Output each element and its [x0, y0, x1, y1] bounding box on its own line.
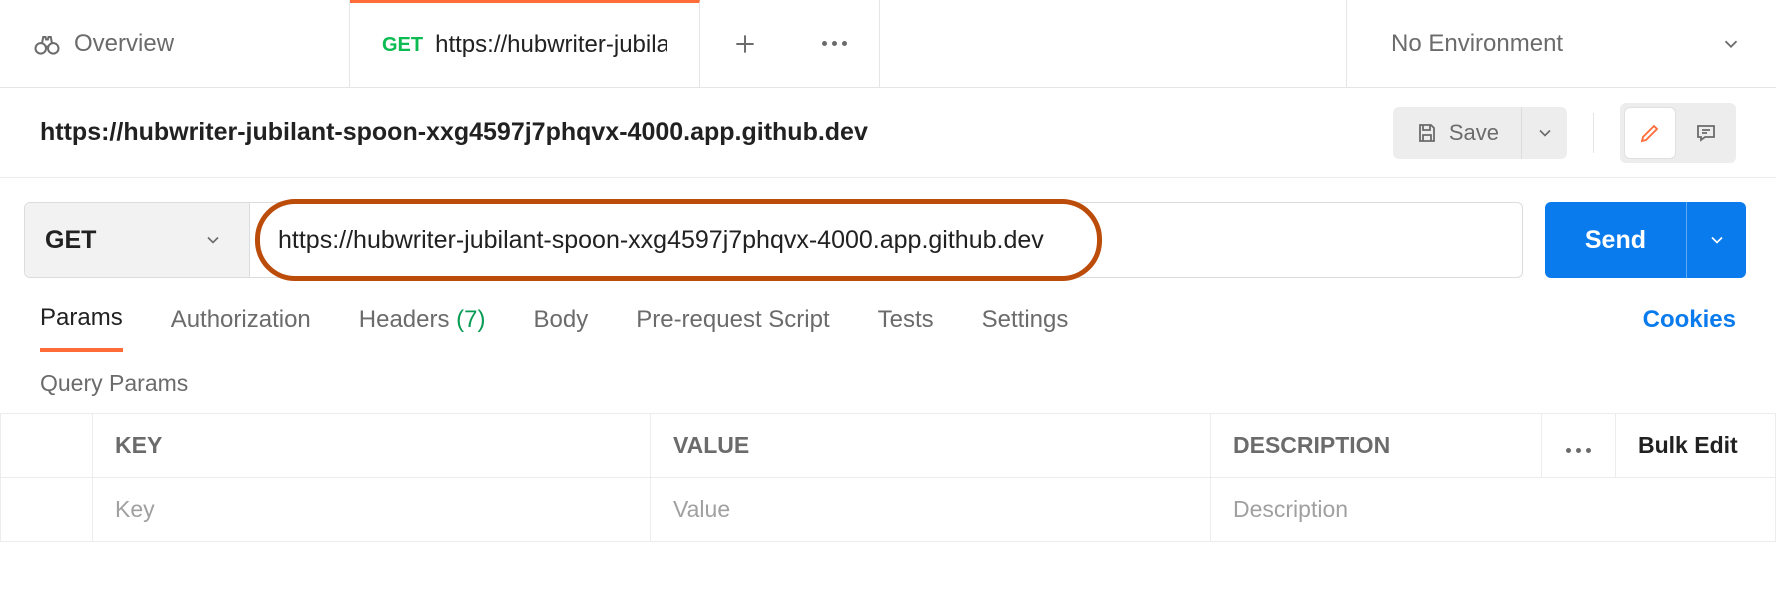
cell-checkbox[interactable]: [1, 478, 93, 542]
plus-icon: [732, 31, 758, 57]
tab-method-badge: GET: [382, 34, 423, 57]
subtab-prerequest[interactable]: Pre-request Script: [636, 306, 829, 350]
subtab-headers[interactable]: Headers (7): [359, 306, 486, 350]
value-input[interactable]: [673, 496, 1188, 523]
subtab-settings[interactable]: Settings: [982, 306, 1069, 350]
col-checkbox: [1, 414, 93, 478]
binoculars-icon: [32, 29, 62, 59]
query-params-table: KEY VALUE DESCRIPTION Bulk Edit: [0, 413, 1776, 542]
col-options[interactable]: [1542, 414, 1616, 478]
query-params-heading: Query Params: [0, 352, 1776, 413]
table-header-row: KEY VALUE DESCRIPTION Bulk Edit: [1, 414, 1776, 478]
pencil-icon: [1638, 121, 1662, 145]
tab-request-active[interactable]: GET https://hubwriter-jubilant-: [350, 0, 700, 87]
http-method-label: GET: [45, 226, 96, 255]
chevron-down-icon: [1707, 230, 1727, 250]
subtab-authorization[interactable]: Authorization: [171, 306, 311, 350]
method-url-group: GET: [24, 202, 1523, 278]
key-input[interactable]: [115, 496, 628, 523]
divider: [1593, 113, 1594, 153]
send-button-group: Send: [1545, 202, 1746, 278]
chevron-down-icon: [203, 230, 223, 250]
send-dropdown-button[interactable]: [1686, 202, 1746, 278]
tab-overview[interactable]: Overview: [0, 0, 350, 87]
request-subtabs: Params Authorization Headers (7) Body Pr…: [0, 298, 1776, 352]
tab-options-button[interactable]: [790, 0, 880, 87]
new-tab-button[interactable]: [700, 0, 790, 87]
ellipsis-icon: [822, 41, 847, 46]
environment-selector[interactable]: No Environment: [1346, 0, 1776, 87]
comment-view-button[interactable]: [1680, 107, 1732, 159]
subtab-tests[interactable]: Tests: [878, 306, 934, 350]
http-method-selector[interactable]: GET: [25, 203, 250, 277]
cell-description[interactable]: [1211, 478, 1776, 542]
title-bar: https://hubwriter-jubilant-spoon-xxg4597…: [0, 88, 1776, 178]
request-title: https://hubwriter-jubilant-spoon-xxg4597…: [40, 118, 1393, 147]
tab-request-title: https://hubwriter-jubilant-: [435, 31, 667, 59]
table-row: [1, 478, 1776, 542]
col-value: VALUE: [651, 414, 1211, 478]
save-button[interactable]: Save: [1393, 107, 1521, 159]
send-button[interactable]: Send: [1545, 202, 1686, 278]
comment-icon: [1694, 121, 1718, 145]
description-input[interactable]: [1233, 496, 1753, 523]
col-description: DESCRIPTION: [1211, 414, 1542, 478]
send-button-label: Send: [1585, 226, 1646, 255]
chevron-down-icon: [1535, 123, 1555, 143]
col-key: KEY: [93, 414, 651, 478]
subtab-headers-count: (7): [456, 306, 485, 333]
subtab-params[interactable]: Params: [40, 304, 123, 352]
tab-overview-label: Overview: [74, 30, 174, 58]
chevron-down-icon: [1720, 33, 1742, 55]
cell-key[interactable]: [93, 478, 651, 542]
bulk-edit-button[interactable]: Bulk Edit: [1616, 414, 1776, 478]
save-icon: [1415, 121, 1439, 145]
environment-label: No Environment: [1391, 30, 1563, 58]
subtab-headers-label: Headers: [359, 306, 450, 333]
cookies-link[interactable]: Cookies: [1643, 306, 1736, 350]
save-dropdown-button[interactable]: [1521, 107, 1567, 159]
request-row: GET Send: [0, 178, 1776, 298]
save-button-label: Save: [1449, 120, 1499, 146]
edit-view-button[interactable]: [1624, 107, 1676, 159]
ellipsis-icon: [1566, 448, 1591, 453]
view-toggle-group: [1620, 103, 1736, 163]
url-input-wrap: [250, 203, 1522, 277]
save-button-group: Save: [1393, 107, 1567, 159]
url-input[interactable]: [250, 203, 1522, 277]
subtab-body[interactable]: Body: [534, 306, 589, 350]
tab-strip: Overview GET https://hubwriter-jubilant-…: [0, 0, 1776, 88]
cell-value[interactable]: [651, 478, 1211, 542]
